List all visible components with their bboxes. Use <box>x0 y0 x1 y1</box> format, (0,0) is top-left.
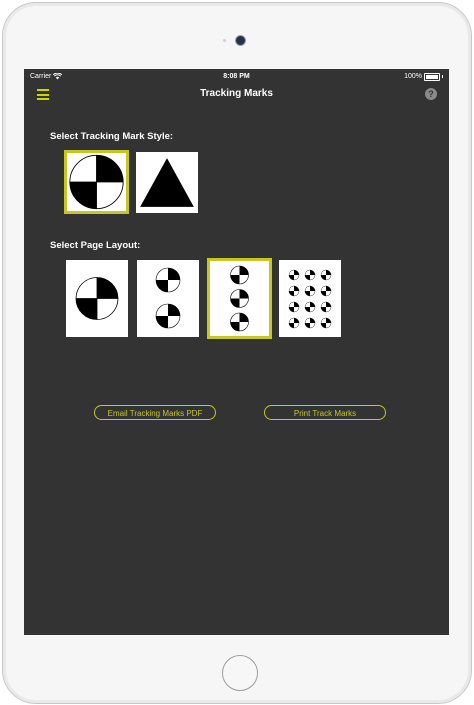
triangle-icon <box>140 158 194 207</box>
question-mark-icon[interactable]: ? <box>425 88 437 100</box>
quartered-circle-icon <box>69 154 124 210</box>
mark-style-label: Select Tracking Mark Style: <box>50 131 174 142</box>
nav-bar: Tracking Marks ? <box>24 84 449 106</box>
battery-status: 100% <box>404 69 443 84</box>
mini-mark <box>304 301 316 313</box>
email-pdf-button[interactable]: Email Tracking Marks PDF <box>94 405 216 420</box>
mini-mark <box>288 301 300 313</box>
mini-mark <box>320 301 332 313</box>
mini-mark <box>288 285 300 297</box>
layout-twelve-per-page[interactable] <box>279 260 341 337</box>
layout-two-per-page[interactable] <box>137 260 199 337</box>
mini-mark <box>320 285 332 297</box>
battery-icon <box>424 72 440 81</box>
mini-mark <box>288 317 300 329</box>
page-title: Tracking Marks <box>200 88 273 99</box>
home-button[interactable] <box>222 655 258 691</box>
print-marks-button[interactable]: Print Track Marks <box>264 405 386 420</box>
mini-mark <box>320 269 332 281</box>
twelve-marks-icon <box>288 269 332 329</box>
two-marks-icon <box>155 267 181 329</box>
page-layout-label: Select Page Layout: <box>50 240 141 251</box>
three-marks-icon <box>230 265 249 332</box>
clock: 8:08 PM <box>223 73 250 80</box>
single-mark-icon <box>75 277 119 320</box>
mini-mark <box>304 317 316 329</box>
mini-mark <box>288 269 300 281</box>
battery-tip <box>442 75 443 78</box>
mark-style-quartered-circle[interactable] <box>64 150 129 214</box>
mini-mark <box>304 285 316 297</box>
front-sensor <box>223 39 226 42</box>
layout-one-per-page[interactable] <box>66 260 128 337</box>
layout-three-per-page[interactable] <box>207 258 272 339</box>
battery-percent: 100% <box>404 73 422 80</box>
mini-mark <box>320 317 332 329</box>
mini-mark <box>304 269 316 281</box>
app-screen: Carrier 8:08 PM 100% Tracking Marks ? Se… <box>24 69 449 635</box>
status-bar: Carrier 8:08 PM 100% <box>24 69 449 84</box>
front-camera <box>235 35 246 46</box>
mark-style-triangle[interactable] <box>136 152 198 213</box>
